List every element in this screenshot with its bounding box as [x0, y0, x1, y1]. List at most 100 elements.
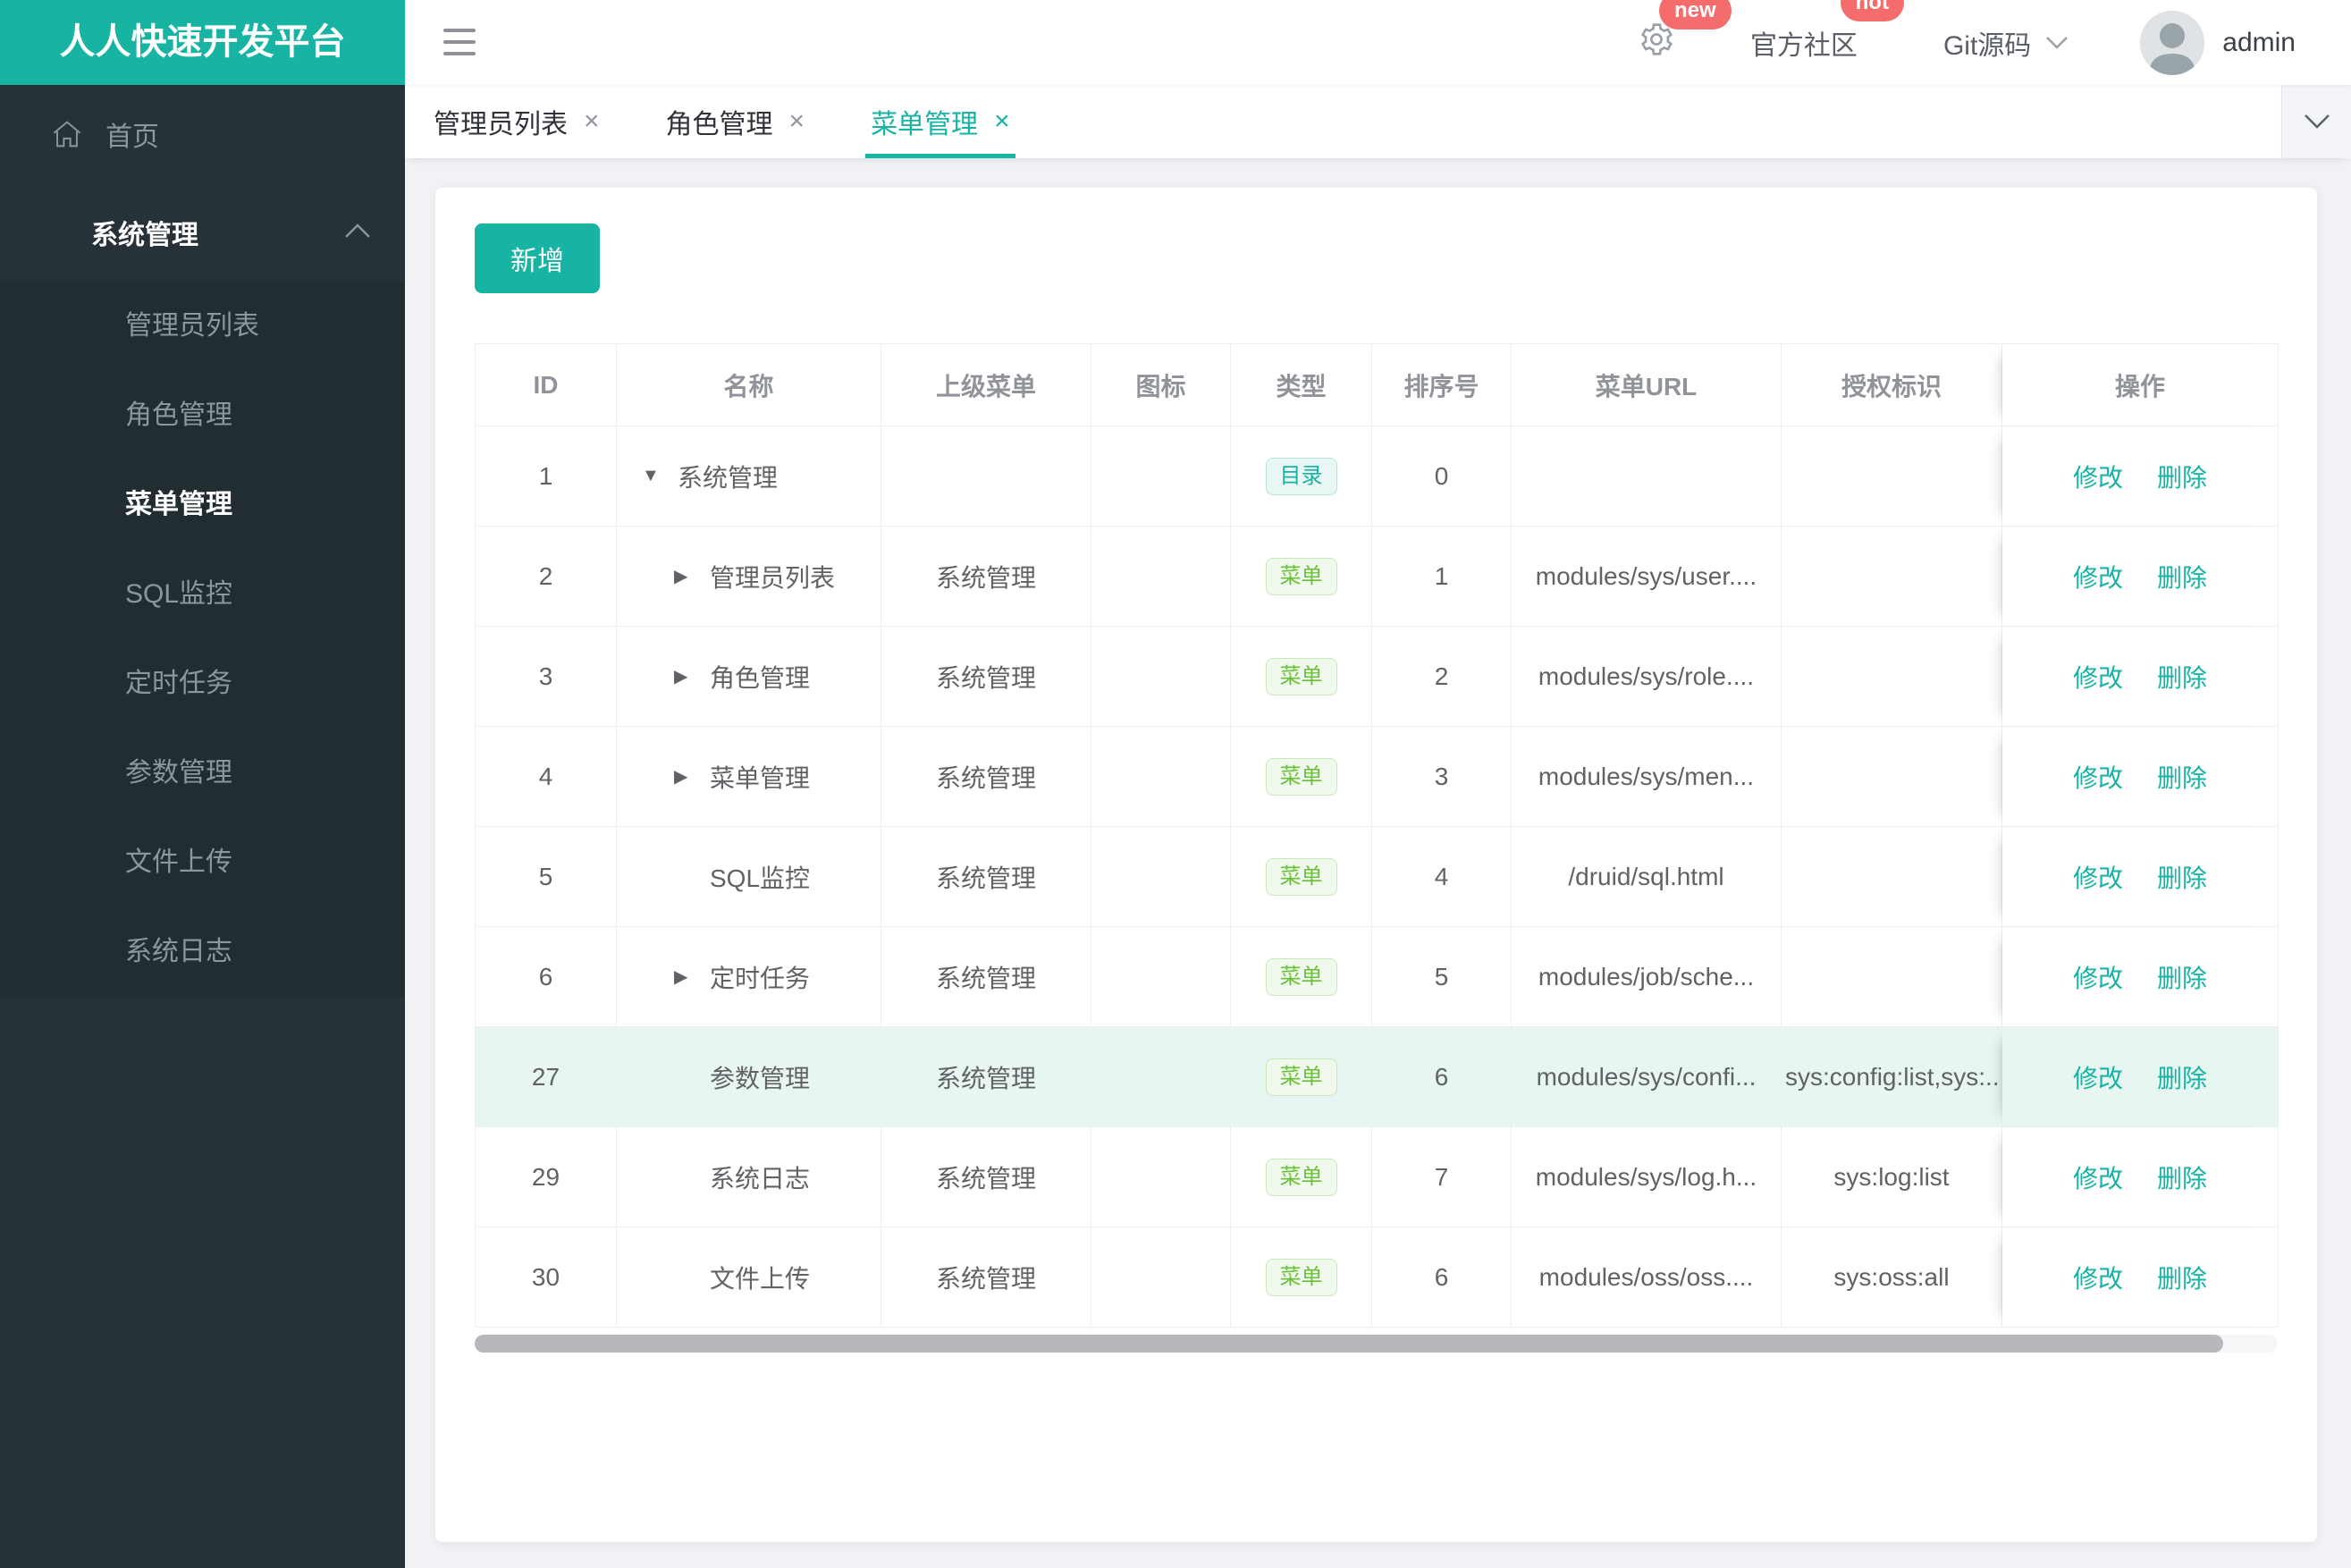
header-actions: new 官方社区 hot Git源码 admin	[1638, 0, 2296, 85]
edit-link[interactable]: 修改	[2073, 1165, 2123, 1193]
top-header: 人人快速开发平台 new 官方社区 hot Git源码 admin	[0, 0, 2351, 85]
sidebar-item-system-log[interactable]: 系统日志	[0, 907, 405, 997]
delete-link[interactable]: 删除	[2157, 464, 2207, 492]
type-cell: 菜单	[1231, 627, 1372, 727]
tab-label: 角色管理	[665, 110, 773, 139]
delete-link[interactable]: 删除	[2157, 965, 2207, 992]
username-label[interactable]: admin	[2222, 28, 2296, 58]
new-badge: new	[1658, 0, 1732, 30]
menu-icon-cell	[1091, 1027, 1231, 1127]
git-source-menu[interactable]: Git源码	[1943, 23, 2069, 63]
delete-link[interactable]: 删除	[2157, 864, 2207, 892]
edit-link[interactable]: 修改	[2073, 965, 2123, 992]
add-button[interactable]: 新增	[475, 223, 600, 293]
row-id: 27	[476, 1027, 617, 1127]
menu-icon-cell	[1091, 927, 1231, 1027]
order-number: 5	[1372, 927, 1512, 1027]
settings-button[interactable]: new	[1638, 0, 1732, 65]
type-badge: 菜单	[1265, 757, 1337, 796]
menu-name-cell: ▶ 管理员列表	[617, 527, 881, 627]
type-cell: 菜单	[1231, 927, 1372, 1027]
sidebar-item-sql-monitor[interactable]: SQL监控	[0, 550, 405, 639]
edit-link[interactable]: 修改	[2073, 764, 2123, 792]
parent-menu: 系统管理	[881, 727, 1091, 827]
edit-link[interactable]: 修改	[2073, 864, 2123, 892]
menu-icon-cell	[1091, 527, 1231, 627]
sidebar-item-menu-mgmt[interactable]: 菜单管理	[0, 460, 405, 550]
close-icon[interactable]: ×	[584, 108, 600, 135]
community-link[interactable]: 官方社区 hot	[1750, 0, 1904, 63]
tab-admin-list[interactable]: 管理员列表 ×	[434, 85, 600, 158]
menu-name: 角色管理	[710, 663, 811, 692]
type-badge: 菜单	[1265, 657, 1337, 695]
table-row: 29▶系统日志系统管理 菜单 7modules/sys/log.h...sys:lo…	[476, 1127, 2279, 1227]
col-actions: 操作	[2002, 344, 2279, 426]
close-icon[interactable]: ×	[994, 108, 1010, 135]
menu-url	[1512, 426, 1782, 527]
delete-link[interactable]: 删除	[2157, 664, 2207, 692]
tab-role-mgmt[interactable]: 角色管理 ×	[666, 85, 805, 158]
table-header-row: ID 名称 上级菜单 图标 类型 排序号 菜单URL 授权标识 操作	[476, 344, 2279, 426]
delete-link[interactable]: 删除	[2157, 1265, 2207, 1293]
sidebar-item-scheduled[interactable]: 定时任务	[0, 639, 405, 729]
menu-url: modules/job/sche...	[1512, 927, 1782, 1027]
menu-name: 管理员列表	[710, 563, 836, 592]
content-card: 新增 ID 名称 上级菜单 图标 类型 排序号 菜单URL 授权标识 操作 1 ▼…	[435, 188, 2317, 1542]
delete-link[interactable]: 删除	[2157, 1165, 2207, 1193]
menu-url: modules/sys/role....	[1512, 627, 1782, 727]
menu-name: SQL监控	[710, 864, 811, 892]
col-name: 名称	[617, 344, 881, 426]
sidebar-item-params[interactable]: 参数管理	[0, 729, 405, 818]
menu-name: 文件上传	[710, 1264, 811, 1293]
parent-menu	[881, 426, 1091, 527]
tree-expand-icon[interactable]: ▶	[674, 565, 710, 587]
tab-menu-mgmt[interactable]: 菜单管理 ×	[865, 85, 1015, 158]
parent-menu: 系统管理	[881, 1127, 1091, 1227]
menu-name: 定时任务	[710, 964, 811, 992]
menu-name: 参数管理	[710, 1064, 811, 1092]
tree-expand-icon[interactable]: ▶	[674, 765, 710, 788]
type-cell: 菜单	[1231, 1227, 1372, 1328]
horizontal-scrollbar-thumb[interactable]	[475, 1335, 2224, 1353]
sidebar-item-home[interactable]: 首页	[0, 85, 405, 183]
actions-cell: 修改 删除	[2002, 827, 2279, 927]
type-badge: 目录	[1265, 457, 1337, 495]
sidebar-item-admin-list[interactable]: 管理员列表	[0, 282, 405, 371]
menu-icon-cell	[1091, 627, 1231, 727]
delete-link[interactable]: 删除	[2157, 564, 2207, 592]
sidebar-group-system[interactable]: 系统管理	[0, 183, 405, 282]
table-row: 4 ▶ 菜单管理 系统管理 菜单 3 modules/sys/men... 修改 删除	[476, 727, 2279, 827]
perms-value	[1782, 827, 2002, 927]
edit-link[interactable]: 修改	[2073, 564, 2123, 592]
type-cell: 菜单	[1231, 827, 1372, 927]
row-id: 2	[476, 527, 617, 627]
tabs-dropdown-button[interactable]	[2281, 85, 2351, 158]
edit-link[interactable]: 修改	[2073, 1065, 2123, 1092]
menu-name-cell: ▼ 系统管理	[617, 426, 881, 527]
delete-link[interactable]: 删除	[2157, 764, 2207, 792]
chevron-up-icon	[345, 223, 370, 238]
user-avatar[interactable]	[2140, 10, 2205, 75]
col-perms: 授权标识	[1782, 344, 2002, 426]
menu-name-cell: ▶系统日志	[617, 1127, 881, 1227]
perms-value	[1782, 927, 2002, 1027]
sidebar-item-role-mgmt[interactable]: 角色管理	[0, 371, 405, 460]
sidebar-item-file-upload[interactable]: 文件上传	[0, 818, 405, 907]
menu-url: modules/oss/oss....	[1512, 1227, 1782, 1328]
tree-expand-icon[interactable]: ▶	[674, 665, 710, 687]
sidebar-toggle-icon[interactable]	[443, 29, 476, 57]
actions-cell: 修改 删除	[2002, 527, 2279, 627]
close-icon[interactable]: ×	[789, 108, 805, 135]
menu-icon-cell	[1091, 1227, 1231, 1328]
type-badge: 菜单	[1265, 957, 1337, 996]
delete-link[interactable]: 删除	[2157, 1065, 2207, 1092]
order-number: 6	[1372, 1227, 1512, 1328]
edit-link[interactable]: 修改	[2073, 1265, 2123, 1293]
perms-value	[1782, 426, 2002, 527]
tree-expand-icon[interactable]: ▶	[674, 965, 710, 988]
tree-collapse-icon[interactable]: ▼	[642, 466, 678, 486]
main-content: 新增 ID 名称 上级菜单 图标 类型 排序号 菜单URL 授权标识 操作 1 ▼…	[405, 158, 2351, 1568]
actions-cell: 修改 删除	[2002, 426, 2279, 527]
edit-link[interactable]: 修改	[2073, 464, 2123, 492]
edit-link[interactable]: 修改	[2073, 664, 2123, 692]
